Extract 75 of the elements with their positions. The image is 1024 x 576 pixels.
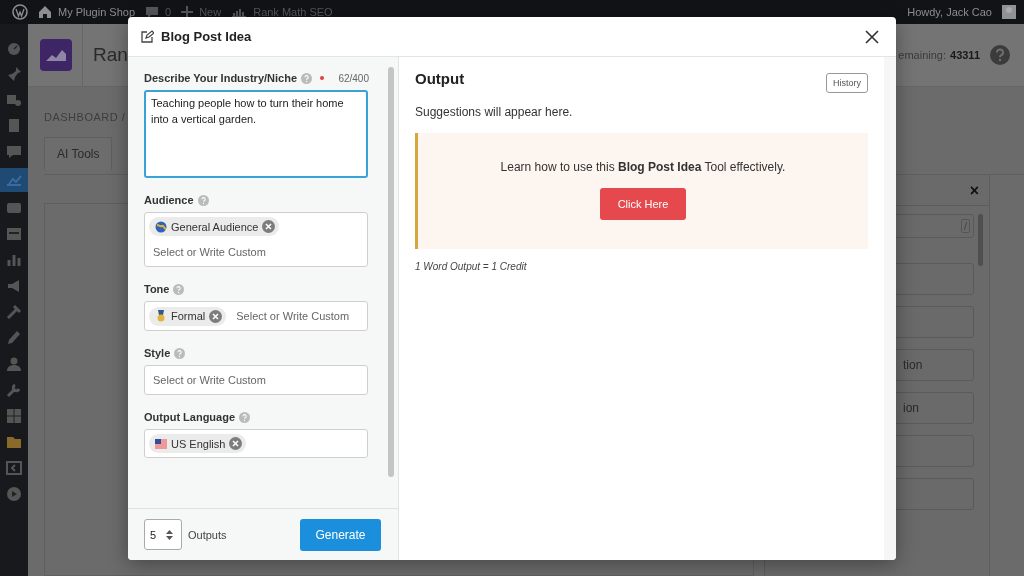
comment-icon[interactable] [145,5,160,19]
tag-chip[interactable]: General Audience [149,217,280,236]
play-icon[interactable] [6,486,22,502]
home-icon[interactable] [38,5,52,19]
wordpress-icon[interactable] [12,4,28,20]
scrollbar[interactable] [978,214,983,266]
media-icon[interactable] [6,92,22,108]
remove-icon[interactable] [229,437,243,450]
text-area[interactable]: Teaching people how to turn their home into a vertical garden. [144,90,368,178]
tag-field[interactable]: General Audience Select or Write Custom [144,212,368,267]
hammer-icon[interactable] [6,304,22,320]
plus-icon[interactable] [181,6,194,18]
remove-icon[interactable] [262,220,276,233]
pages-icon[interactable] [6,118,22,134]
tag-label: US English [171,437,226,450]
tag-label: General Audience [171,220,259,233]
history-button[interactable]: History [826,73,868,93]
flag-icon [155,437,167,450]
help-icon[interactable] [301,72,313,84]
tag-field[interactable]: Formal Select or Write Custom [144,301,368,331]
output-heading: Output [415,70,465,87]
stepper-icon[interactable] [166,529,173,540]
greeting[interactable]: Howdy, Jack Cao [907,6,992,18]
field-label: Audience [144,194,194,206]
brush-icon[interactable] [6,330,22,346]
close-icon[interactable]: × [969,182,979,200]
wrench-icon[interactable] [6,382,22,398]
field-label: Style [144,347,171,359]
help-icon[interactable] [174,347,186,359]
gauge-icon[interactable] [6,40,22,56]
field-label: Describe Your Industry/Niche [144,72,298,84]
globe-icon [155,220,167,233]
text-input[interactable]: Select or Write Custom [149,242,363,262]
credit-note: 1 Word Output = 1 Credit [415,261,528,272]
shortcut-key: / [960,219,970,233]
slides-icon[interactable] [6,460,22,476]
folder-icon[interactable] [6,434,22,450]
tag-chip[interactable]: Formal [149,306,227,326]
help-icon[interactable] [173,283,185,295]
help-icon[interactable] [990,45,1010,65]
generate-button[interactable]: Generate [300,518,381,551]
help-icon[interactable] [197,194,209,206]
bar-chart-icon[interactable] [6,252,22,268]
chart-icon[interactable] [231,6,248,18]
notice-text: Learn how to use this Blog Post Idea Tool effectively. [500,160,786,174]
page-title: Ran [93,44,128,66]
avatar-icon[interactable] [1002,5,1016,19]
field-label: Output Language [144,411,236,423]
outputs-label: Outputs [188,528,227,541]
click-here-button[interactable]: Click Here [600,188,686,220]
site-link[interactable]: My Plugin Shop [58,6,136,18]
tag-chip[interactable]: US English [149,434,247,453]
scrollbar[interactable] [388,67,394,477]
tag-field[interactable]: US English [144,429,368,458]
credits-value: 43311 [950,49,980,61]
text-input[interactable]: Select or Write Custom [232,306,363,326]
store-icon[interactable] [6,200,22,216]
character-counter: 62/400 [338,72,369,84]
edit-icon [141,30,154,43]
remove-icon[interactable] [209,309,223,323]
dialog-title: Blog Post Idea [161,29,252,44]
megaphone-icon[interactable] [6,278,22,294]
credits-label: emaining: [898,49,946,61]
help-icon[interactable] [239,411,251,423]
number-field[interactable]: 5 [144,519,182,550]
medal-icon [155,310,167,322]
logo-icon [40,39,72,71]
user-icon[interactable] [6,356,22,372]
close-icon[interactable] [865,29,879,44]
empty-message: Suggestions will appear here. [415,105,574,119]
grid-icon[interactable] [6,408,22,424]
field-label: Tone [144,283,170,295]
pin-icon[interactable] [6,66,22,82]
tag-label: Formal [171,310,206,322]
archive-icon[interactable] [6,226,22,242]
